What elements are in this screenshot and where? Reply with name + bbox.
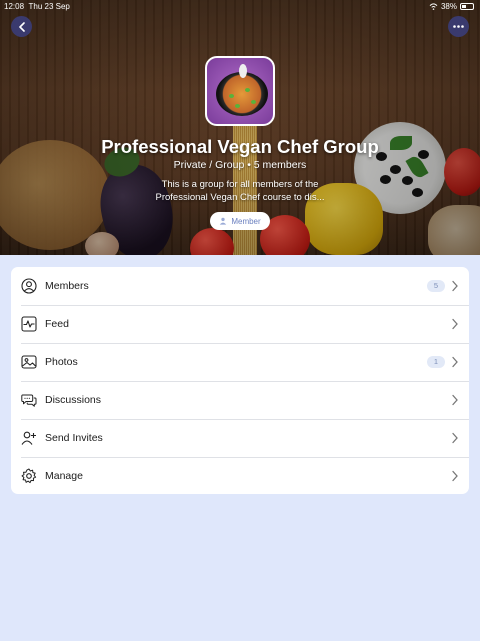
person-icon (21, 278, 37, 294)
status-date: Thu 23 Sep (28, 2, 70, 11)
member-status-button[interactable]: Member (210, 212, 270, 230)
avatar-dot (245, 88, 250, 92)
menu-item-members[interactable]: Members 5 (11, 267, 469, 305)
chat-bubbles-icon (21, 394, 37, 407)
menu-item-label: Feed (45, 318, 69, 330)
group-title: Professional Vegan Chef Group (101, 136, 379, 157)
avatar-dot (235, 104, 240, 108)
chevron-left-icon (18, 21, 25, 32)
gear-icon (21, 468, 37, 484)
group-meta: Private / Group • 5 members (173, 159, 307, 171)
wifi-icon (429, 3, 438, 10)
photos-count-badge: 1 (427, 356, 445, 368)
chevron-right-icon (452, 394, 458, 406)
group-avatar (205, 56, 275, 126)
photo-icon (21, 355, 37, 369)
menu-item-label: Members (45, 280, 89, 292)
battery-percentage: 38% (440, 2, 457, 11)
group-description-line: Professional Vegan Chef course to dis... (155, 191, 325, 203)
group-cover-image: 12:08 Thu 23 Sep 38% Professional Vegan … (0, 0, 480, 255)
activity-icon (21, 316, 37, 332)
group-screen: 12:08 Thu 23 Sep 38% Professional Vegan … (0, 0, 480, 641)
person-icon (220, 217, 227, 225)
group-menu: Members 5 Feed Photos 1 Discussions Send… (11, 267, 469, 494)
menu-item-photos[interactable]: Photos 1 (11, 343, 469, 381)
avatar-dot (229, 94, 234, 98)
chevron-right-icon (452, 470, 458, 482)
status-clock: 12:08 (4, 2, 25, 11)
menu-item-label: Send Invites (45, 432, 103, 444)
status-indicators: 38% (429, 2, 474, 11)
group-description-line: This is a group for all members of the (161, 179, 319, 190)
menu-item-manage[interactable]: Manage (11, 457, 469, 494)
battery-icon (460, 3, 474, 10)
chevron-right-icon (452, 432, 458, 444)
avatar-dot (251, 100, 256, 104)
more-options-button[interactable] (448, 16, 469, 37)
avatar-pan (216, 72, 268, 116)
menu-item-send-invites[interactable]: Send Invites (11, 419, 469, 457)
menu-item-label: Discussions (45, 394, 102, 406)
menu-item-feed[interactable]: Feed (11, 305, 469, 343)
menu-item-label: Photos (45, 356, 78, 368)
status-time: 12:08 Thu 23 Sep (4, 2, 70, 11)
status-bar: 12:08 Thu 23 Sep 38% (0, 0, 480, 14)
members-count-badge: 5 (427, 280, 445, 292)
avatar-spoon (239, 64, 247, 78)
person-add-icon (21, 431, 36, 445)
back-button[interactable] (11, 16, 32, 37)
menu-item-discussions[interactable]: Discussions (11, 381, 469, 419)
group-description: This is a group for all members of the P… (140, 179, 340, 204)
chevron-right-icon (452, 280, 458, 292)
member-status-label: Member (231, 216, 261, 226)
chevron-right-icon (452, 318, 458, 330)
chevron-right-icon (452, 356, 458, 368)
menu-item-label: Manage (45, 470, 83, 482)
ellipsis-icon (453, 25, 464, 28)
